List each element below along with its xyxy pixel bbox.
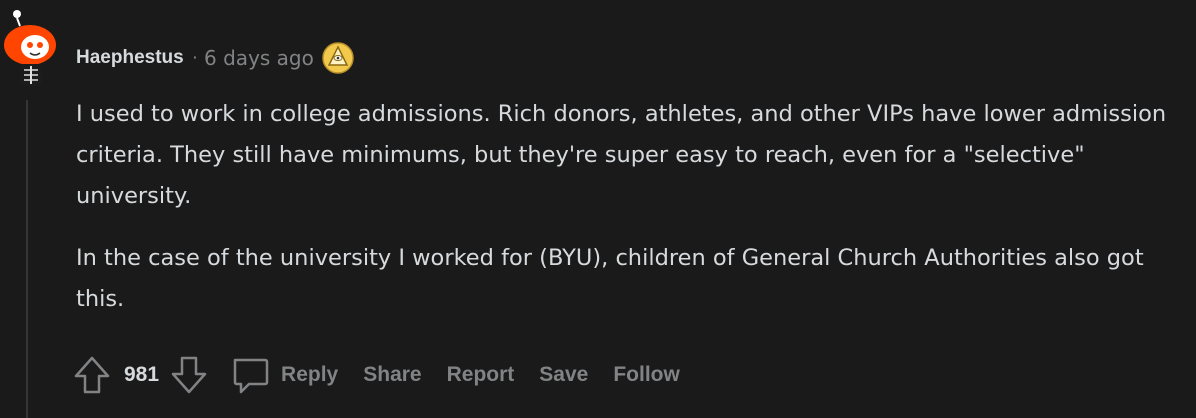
award-icon[interactable] [322, 42, 354, 74]
reply-label: Reply [281, 363, 339, 386]
upvote-arrow-icon[interactable] [72, 354, 112, 396]
vote-score: 981 [124, 363, 160, 386]
share-button[interactable]: Share [363, 363, 421, 387]
report-button[interactable]: Report [447, 363, 515, 387]
comment-header: Haephestus · 6 days ago [76, 42, 354, 74]
reply-button[interactable]: Reply [229, 354, 338, 396]
speech-bubble-icon [233, 358, 269, 394]
comment: Haephestus · 6 days ago I used to work i… [0, 0, 1196, 418]
downvote-arrow-icon[interactable] [169, 354, 209, 396]
timestamp[interactable]: 6 days ago [204, 46, 314, 70]
separator-dot: · [191, 47, 199, 68]
comment-paragraph: I used to work in college admissions. Ri… [76, 101, 1167, 209]
comment-paragraph: In the case of the university I worked f… [76, 245, 1144, 312]
username[interactable]: Haephestus [76, 47, 184, 69]
comment-body: I used to work in college admissions. Ri… [76, 94, 1176, 320]
comment-actions: 981 Reply Share Report Save Follow [72, 352, 680, 398]
follow-button[interactable]: Follow [613, 363, 680, 387]
thread-line[interactable] [26, 100, 28, 418]
save-button[interactable]: Save [539, 363, 588, 387]
user-avatar[interactable] [0, 0, 56, 90]
